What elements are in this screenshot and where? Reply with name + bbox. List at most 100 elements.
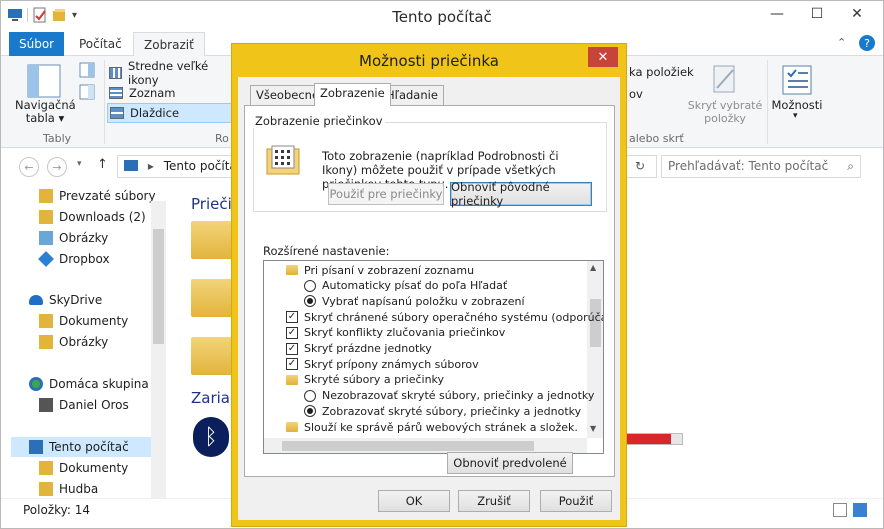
advanced-setting-row[interactable]: Zobrazovať skryté súbory, priečinky a je… xyxy=(304,403,581,419)
advanced-setting-label: Automaticky písať do poľa Hľadať xyxy=(322,279,508,293)
layout-list-label: Zoznam xyxy=(129,86,176,100)
nav-item-skydrive-dokumenty[interactable]: Dokumenty xyxy=(39,311,128,331)
advanced-setting-row[interactable]: ✓ Skryť chránené súbory operačného systém… xyxy=(286,309,603,325)
nav-item-prevzate[interactable]: Prevzaté súbory xyxy=(39,186,156,206)
bluetooth-icon[interactable]: ᛒ xyxy=(193,417,229,457)
tab-view-settings[interactable]: Zobrazenie xyxy=(314,83,391,106)
tiles-icon xyxy=(110,107,124,119)
options-dropdown-icon[interactable]: ▾ xyxy=(793,111,798,121)
setting-radio[interactable] xyxy=(304,389,316,402)
cancel-button[interactable]: Zrušiť xyxy=(458,490,530,512)
details-view-icon[interactable] xyxy=(833,503,847,517)
layout-group-label: Ro xyxy=(215,132,229,145)
hide-selected-button[interactable]: Skryť vybraté položky xyxy=(687,99,763,125)
list-icon xyxy=(109,87,123,99)
nav-item-dropbox[interactable]: Dropbox xyxy=(38,249,110,269)
nav-item-label: Prevzaté súbory xyxy=(59,189,156,203)
setting-radio[interactable] xyxy=(304,295,316,308)
options-button[interactable]: Možnosti xyxy=(769,98,825,112)
advanced-setting-row[interactable]: ✓ Skryť prázdne jednotky xyxy=(286,341,432,357)
ribbon-collapse-chevron-icon[interactable]: ⌃ xyxy=(837,36,846,49)
navigation-pane-button[interactable]: Navigačná tabla ▾ xyxy=(15,99,76,125)
scrollbar-thumb[interactable] xyxy=(153,229,164,344)
folder-icon xyxy=(39,314,53,328)
ok-button[interactable]: OK xyxy=(378,490,450,512)
options-icon[interactable] xyxy=(781,64,813,96)
up-button[interactable]: ↑ xyxy=(97,157,108,172)
scroll-down-icon[interactable]: ▼ xyxy=(590,424,596,433)
recent-locations-icon[interactable]: ▾ xyxy=(77,159,82,169)
tab-file[interactable]: Súbor xyxy=(9,32,65,56)
layout-tiles-label: Dlaždice xyxy=(130,106,180,120)
tab-view[interactable]: Zobraziť xyxy=(133,32,205,57)
setting-checkbox[interactable]: ✓ xyxy=(286,358,298,371)
item-checkboxes-label[interactable]: ka položiek xyxy=(629,65,694,79)
layout-medium-icons[interactable]: Stredne veľké ikony xyxy=(109,59,233,87)
music-folder-icon xyxy=(39,482,53,496)
advanced-list-vscrollbar[interactable]: ▲ ▼ xyxy=(587,261,603,438)
layout-list[interactable]: Zoznam xyxy=(109,84,233,102)
advanced-setting-label: Skryť konflikty zlučovania priečinkov xyxy=(304,326,506,340)
advanced-setting-row[interactable]: ✓ Skryť konflikty zlučovania priečinkov xyxy=(286,325,505,341)
hide-selected-icon[interactable] xyxy=(711,64,739,96)
advanced-setting-label: Nezobrazovať skryté súbory, priečinky a … xyxy=(322,389,595,403)
documents-folder-large-icon[interactable] xyxy=(191,221,233,259)
apply-to-folders-button[interactable]: Použiť pre priečinky xyxy=(328,183,444,205)
advanced-setting-label: Slouží ke správě párů webových stránek a… xyxy=(304,420,578,434)
minimize-button[interactable]: — xyxy=(757,1,797,27)
pictures-folder-large-icon[interactable] xyxy=(191,279,233,317)
nav-item-homegroup[interactable]: Domáca skupina xyxy=(29,374,149,394)
scroll-up-icon[interactable]: ▲ xyxy=(590,263,596,272)
apply-button[interactable]: Použiť xyxy=(540,490,612,512)
nav-item-this-pc[interactable]: Tento počítač xyxy=(11,437,151,457)
advanced-list-hscroll-thumb[interactable] xyxy=(282,441,534,451)
nav-item-downloads[interactable]: Downloads (2) xyxy=(39,207,146,227)
homegroup-icon xyxy=(29,377,43,391)
advanced-setting-row[interactable]: Vybrať napísanú položku v zobrazení xyxy=(304,293,525,309)
downloads-folder-large-icon[interactable] xyxy=(191,337,233,375)
setting-radio[interactable] xyxy=(304,279,316,292)
navigation-pane-icon[interactable] xyxy=(27,64,61,98)
setting-checkbox[interactable]: ✓ xyxy=(286,311,298,324)
tiles-view-icon[interactable] xyxy=(853,503,867,517)
refresh-icon[interactable]: ↻ xyxy=(635,159,645,173)
view-tab-panel: Toto zobrazenie (napríklad Podrobnosti č… xyxy=(244,105,615,477)
nav-item-user[interactable]: Daniel Oros xyxy=(39,395,129,415)
nav-item-obrazky[interactable]: Obrázky xyxy=(39,228,108,248)
close-window-button[interactable]: ✕ xyxy=(837,1,877,27)
layout-tiles[interactable]: Dlaždice xyxy=(107,103,233,123)
nav-item-skydrive[interactable]: SkyDrive xyxy=(29,290,102,310)
advanced-setting-label: Vybrať napísanú položku v zobrazení xyxy=(322,294,525,308)
dialog-close-button[interactable]: ✕ xyxy=(588,47,618,67)
pictures-icon xyxy=(39,231,53,245)
advanced-setting-row[interactable]: ✓ Skryť prípony známych súborov xyxy=(286,356,479,372)
preview-pane-icon[interactable] xyxy=(79,62,95,78)
downloads-folder-icon xyxy=(39,189,53,203)
maximize-button[interactable]: ☐ xyxy=(797,1,837,27)
advanced-setting-row[interactable]: Automaticky písať do poľa Hľadať xyxy=(304,278,507,294)
computer-icon xyxy=(29,440,43,454)
forward-button[interactable]: → xyxy=(47,157,67,177)
reset-folders-button[interactable]: Obnoviť pôvodné priečinky xyxy=(450,180,592,208)
restore-defaults-button[interactable]: Obnoviť predvolené xyxy=(447,452,573,474)
nav-pane-scrollbar[interactable] xyxy=(151,201,166,501)
nav-item-skydrive-obrazky[interactable]: Obrázky xyxy=(39,332,108,352)
advanced-settings-list[interactable]: ▲ ▼ Pri písaní v zobrazení zoznamu Automa… xyxy=(263,260,604,454)
back-button[interactable]: ← xyxy=(19,157,39,177)
tab-computer[interactable]: Počítač xyxy=(69,32,132,56)
advanced-setting-row: Pri písaní v zobrazení zoznamu xyxy=(286,262,474,278)
nav-item-label: Daniel Oros xyxy=(59,398,129,412)
setting-checkbox[interactable]: ✓ xyxy=(286,326,298,339)
medium-icons-icon xyxy=(109,67,123,79)
search-input[interactable]: Prehľadávať: Tento počítač ⌕ xyxy=(661,155,861,178)
nav-item-pc-dokumenty[interactable]: Dokumenty xyxy=(39,458,128,478)
details-pane-icon[interactable] xyxy=(79,84,95,100)
help-icon[interactable]: ? xyxy=(859,35,875,51)
setting-radio[interactable] xyxy=(304,405,316,418)
dialog-body: Všeobecné Zobrazenie Hľadanie Toto zobra… xyxy=(238,77,620,520)
setting-checkbox[interactable]: ✓ xyxy=(286,342,298,355)
nav-item-label: Hudba xyxy=(59,482,99,496)
nav-item-hudba[interactable]: Hudba xyxy=(39,479,98,499)
advanced-setting-row[interactable]: Nezobrazovať skryté súbory, priečinky a … xyxy=(304,388,594,404)
file-extensions-label[interactable]: ov xyxy=(629,87,643,101)
